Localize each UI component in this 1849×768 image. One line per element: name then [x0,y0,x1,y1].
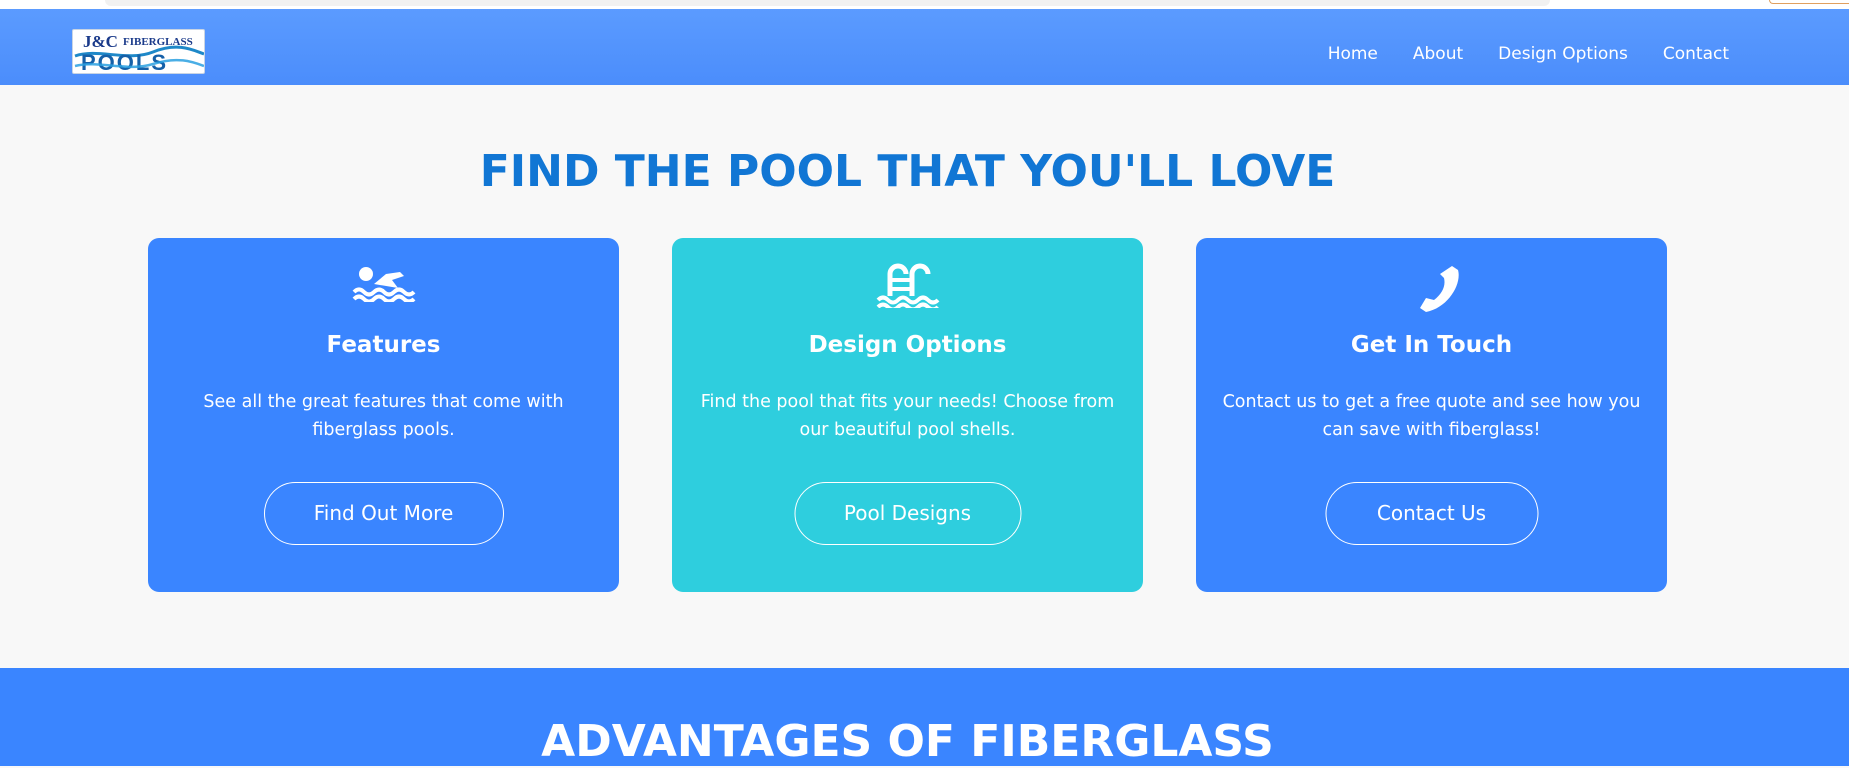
pool-ladder-icon [873,262,943,318]
card-get-in-touch: Get In Touch Contact us to get a free qu… [1196,238,1667,592]
nav-contact[interactable]: Contact [1663,42,1729,66]
browser-top-strip [0,0,1849,9]
swimmer-icon [349,262,419,318]
card-design-options: Design Options Find the pool that fits y… [672,238,1143,592]
contact-us-button[interactable]: Contact Us [1325,482,1538,545]
card-title: Design Options [808,332,1007,358]
page-title: FIND THE POOL THAT YOU'LL LOVE [479,146,1336,197]
logo-graphic: J&C FIBERGLASS POOLS [74,32,204,74]
card-title: Features [326,332,441,358]
site-header: J&C FIBERGLASS POOLS Home About Design O… [0,9,1849,85]
nav-design-options[interactable]: Design Options [1498,42,1628,66]
main-nav: Home About Design Options Contact [1328,42,1729,66]
find-out-more-button[interactable]: Find Out More [263,482,504,545]
browser-address-bar[interactable] [105,0,1550,6]
nav-about[interactable]: About [1413,42,1463,66]
site-logo[interactable]: J&C FIBERGLASS POOLS [72,29,205,74]
browser-corner-widget [1769,0,1849,4]
card-description: Contact us to get a free quote and see h… [1222,392,1641,440]
card-features: Features See all the great features that… [148,238,619,592]
nav-home[interactable]: Home [1328,42,1378,66]
card-description: Find the pool that fits your needs! Choo… [700,392,1115,440]
card-title: Get In Touch [1350,332,1513,358]
phone-icon [1397,262,1467,318]
advantages-section: ADVANTAGES OF FIBERGLASS [0,668,1849,767]
card-description: See all the great features that come wit… [203,392,564,440]
logo-line3: POOLS [81,50,168,74]
pool-designs-button[interactable]: Pool Designs [794,482,1021,545]
advantages-heading: ADVANTAGES OF FIBERGLASS [541,716,1274,767]
logo-line1: J&C [83,32,118,51]
